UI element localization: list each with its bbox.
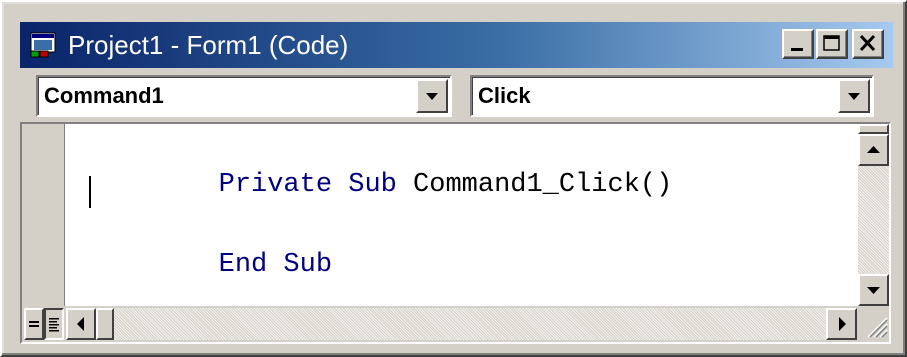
maximize-button[interactable] [816,29,848,59]
size-grip[interactable] [858,308,889,340]
scroll-left-icon [77,317,84,331]
code-editor-frame: Private Sub Command1_Click() End Sub [20,122,891,344]
form-app-icon[interactable] [30,32,57,58]
close-button[interactable] [852,29,884,59]
size-grip-icon [867,317,888,338]
code-line-3: End Sub [89,220,332,310]
minimize-button[interactable] [782,29,814,59]
horizontal-scroll-thumb[interactable] [96,308,114,340]
scroll-down-icon [867,287,880,294]
vertical-scroll-thumb[interactable] [858,124,889,134]
procedure-view-icon [29,321,39,327]
close-icon [859,34,876,52]
keyword-private-sub: Private Sub [218,170,397,200]
maximize-icon [823,35,840,51]
procedure-combo-dropdown-button[interactable] [838,79,870,113]
procedure-combo-value: Click [478,83,531,108]
bottom-bar [22,306,889,342]
keyword-end-sub: End Sub [218,250,333,280]
full-module-view-icon [49,318,59,332]
dropdown-arrow-icon [848,93,860,100]
full-module-view-button[interactable] [44,308,64,340]
procedure-view-button[interactable] [24,308,44,340]
scroll-down-button[interactable] [858,274,889,306]
procedure-combo[interactable]: Click [470,75,874,117]
vertical-scrollbar[interactable] [858,124,889,306]
scroll-up-icon [867,146,880,153]
scroll-right-button[interactable] [826,308,857,340]
code-window: Project1 - Form1 (Code) Command1 Click P… [0,0,907,357]
scroll-up-button[interactable] [858,134,889,166]
code-line-1: Private Sub Command1_Click() [89,140,673,230]
horizontal-scroll-track[interactable] [114,308,826,340]
title-bar[interactable]: Project1 - Form1 (Code) [20,22,893,68]
object-combo[interactable]: Command1 [36,75,452,117]
dropdown-arrow-icon [426,93,438,100]
margin-indicator-bar[interactable] [22,124,65,306]
procedure-signature: Command1_Click() [396,170,673,200]
code-editor[interactable]: Private Sub Command1_Click() End Sub [65,124,858,306]
minimize-icon [791,48,803,51]
scroll-left-button[interactable] [66,308,96,340]
object-combo-dropdown-button[interactable] [416,79,448,113]
window-title: Project1 - Form1 (Code) [68,30,349,60]
vertical-scroll-track[interactable] [858,166,889,274]
object-combo-value: Command1 [44,83,164,108]
scroll-right-icon [839,317,846,331]
text-caret [89,176,91,208]
